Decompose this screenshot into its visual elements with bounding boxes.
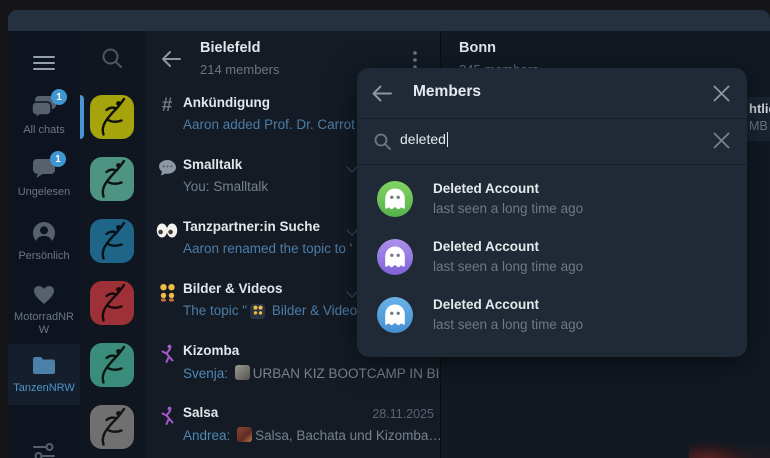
photo-thumb <box>237 427 252 442</box>
topic-title: Bilder & Videos <box>183 281 283 296</box>
members-results-list: Deleted Account last seen a long time ag… <box>357 164 747 357</box>
family-icon <box>156 282 178 302</box>
chat-avatar[interactable] <box>90 281 134 325</box>
search-icon[interactable] <box>101 47 123 69</box>
chat-avatar[interactable] <box>90 219 134 263</box>
sidebar-item-tanzennrw[interactable]: TanzenNRW <box>8 344 80 405</box>
ghost-avatar <box>377 181 413 217</box>
topic-date: 28.11.2025 <box>372 407 434 421</box>
members-search-bar: deleted <box>357 118 747 165</box>
member-status: last seen a long time ago <box>433 317 583 332</box>
dancer-logo <box>90 95 134 139</box>
dancer-emoji-icon <box>156 406 178 426</box>
topic-preview: Svenja: URBAN KIZ BOOTCAMP IN BI… <box>183 365 453 381</box>
sidebar-item-label: Ungelesen <box>18 186 71 199</box>
sidebar-item-motorradnrw[interactable]: MotorradNRW <box>8 282 80 337</box>
hamburger-menu-button[interactable] <box>8 45 80 81</box>
sliders-icon <box>32 440 56 458</box>
member-row[interactable]: Deleted Account last seen a long time ag… <box>357 170 747 228</box>
filters-sidebar: 1 All chats 1 Ungelesen Persönlich <box>8 31 80 458</box>
member-row[interactable]: Deleted Account last seen a long time ag… <box>357 228 747 286</box>
unread-badge: 1 <box>51 89 67 105</box>
back-arrow-icon[interactable] <box>161 50 181 68</box>
sidebar-item-all-chats[interactable]: 1 All chats <box>8 95 80 137</box>
chat-avatar-bielefeld[interactable] <box>90 95 134 139</box>
modal-header: Members <box>357 68 747 119</box>
sidebar-item-label: MotorradNRW <box>13 311 75 337</box>
sidebar-item-label: Persönlich <box>18 250 69 263</box>
sidebar-item-ungelesen[interactable]: 1 Ungelesen <box>8 157 80 199</box>
member-status: last seen a long time ago <box>433 201 583 216</box>
members-search-input[interactable]: deleted <box>400 131 448 147</box>
topic-title: Salsa <box>183 405 218 420</box>
app-root: 1 All chats 1 Ungelesen Persönlich <box>0 0 770 458</box>
topic-preview: You: Smalltalk <box>183 179 268 194</box>
selected-chat-indicator <box>80 95 84 139</box>
topic-title: Smalltalk <box>183 157 242 172</box>
chat-title: Bielefeld <box>200 40 260 56</box>
chat-avatar[interactable] <box>90 157 134 201</box>
folder-icon <box>32 353 56 377</box>
topic-preview: Aaron added Prof. Dr. Carrot <box>183 117 355 132</box>
sidebar-item-edit-filters[interactable] <box>8 440 80 458</box>
member-row[interactable]: Deleted Account last seen a long time ag… <box>357 286 747 344</box>
chevron-down-icon <box>346 224 357 235</box>
chat-title: Bonn <box>459 40 496 56</box>
topic-preview: Andrea: Salsa, Bachata und Kizomba… <box>183 427 442 443</box>
topic-title: Ankündigung <box>183 95 270 110</box>
sidebar-item-persoenlich[interactable]: Persönlich <box>8 221 80 263</box>
photo-message-fragment <box>689 414 770 458</box>
member-status: last seen a long time ago <box>433 259 583 274</box>
clear-search-icon[interactable] <box>713 132 730 149</box>
topic-row-salsa[interactable]: Salsa 28.11.2025 Andrea: Salsa, Bachata … <box>145 398 440 458</box>
family-emoji-thumb <box>250 304 265 319</box>
hashtag-icon: # <box>156 96 178 116</box>
member-name: Deleted Account <box>433 181 539 196</box>
chat-list <box>80 31 145 458</box>
topic-title: Kizomba <box>183 343 239 358</box>
window-titlebar[interactable] <box>8 10 770 31</box>
speech-bubble-icon <box>156 158 178 178</box>
text-caret <box>447 132 448 147</box>
dancer-emoji-icon <box>156 344 178 364</box>
person-icon <box>32 221 56 245</box>
ghost-avatar <box>377 297 413 333</box>
close-icon[interactable] <box>713 85 730 102</box>
heart-icon <box>32 282 56 306</box>
ghost-avatar <box>377 239 413 275</box>
file-size-fragment: MB <box>749 119 770 133</box>
chat-bubble-icon: 1 <box>32 157 56 181</box>
search-icon <box>374 133 391 150</box>
topic-preview: The topic " Bilder & Video <box>183 303 357 319</box>
members-modal: Members deleted Deleted Account last see… <box>357 68 747 357</box>
unread-badge: 1 <box>50 151 66 167</box>
topic-preview: Aaron renamed the topic to ' <box>183 241 352 256</box>
modal-title: Members <box>413 83 481 101</box>
sidebar-item-label: TanzenNRW <box>13 382 75 395</box>
chat-avatar[interactable] <box>90 343 134 387</box>
hamburger-icon <box>33 55 55 71</box>
chat-avatar[interactable] <box>90 405 134 449</box>
topic-title: Tanzpartner:in Suche <box>183 219 320 234</box>
member-name: Deleted Account <box>433 297 539 312</box>
chevron-down-icon <box>346 161 357 172</box>
chevron-down-icon <box>346 286 357 297</box>
back-arrow-icon[interactable] <box>372 85 392 102</box>
search-value: deleted <box>400 131 446 147</box>
member-name: Deleted Account <box>433 239 539 254</box>
sidebar-item-label: All chats <box>23 124 65 137</box>
photo-thumb <box>235 365 250 380</box>
file-name-fragment: htlic <box>749 101 770 116</box>
chat-members-count: 214 members <box>200 62 279 77</box>
eyes-icon <box>156 220 178 240</box>
chats-icon: 1 <box>31 95 57 119</box>
